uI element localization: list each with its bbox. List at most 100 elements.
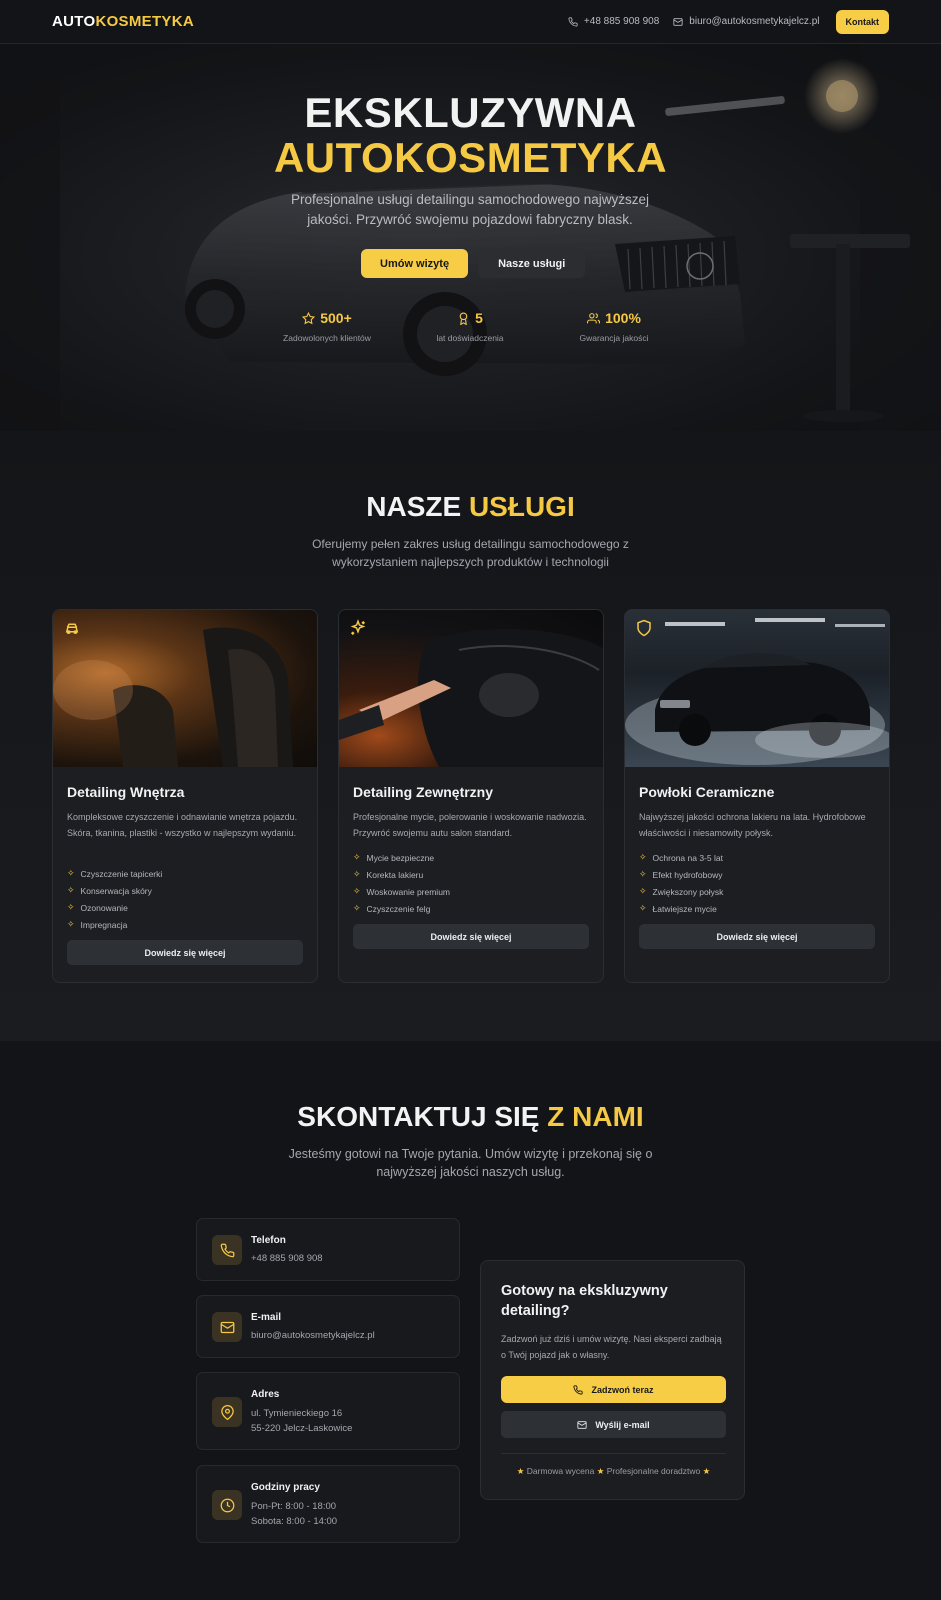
feature-item: ✧ Impregnacja [67,919,128,930]
nav-email-text: biuro@autokosmetykajelcz.pl [689,16,820,27]
feature-item: ✧ Czyszczenie tapicerki [67,868,163,879]
car-seats-illustration [53,627,293,767]
contact-button[interactable]: Kontakt [835,9,889,34]
phone-icon [568,16,578,27]
users-icon [587,312,601,323]
mail-icon [577,1420,587,1429]
learn-more-button-ceramic[interactable]: Dowiedz się więcej [639,924,875,949]
sparkle-icon: ✧ [67,902,75,912]
sparkle-icon: ✧ [639,886,647,896]
sparkle-icon: ✧ [353,886,361,896]
feature-item: ✧ Ozonowanie [67,902,128,913]
contact-email-card[interactable]: E-mail biuro@autokosmetykajelcz.pl [196,1295,460,1358]
polishing-illustration [339,629,603,767]
stat-clients: 500+ Zadowolonych klientów [283,310,371,343]
email-label: E-mail [251,1312,282,1323]
phone-icon [220,1243,234,1257]
nav-phone-text: +48 885 908 908 [583,16,660,27]
contact-phone-card[interactable]: Telefon +48 885 908 908 [196,1218,460,1281]
hero-section: EKSKLUZYWNA AUTOKOSMETYKA Profesjonalne … [0,44,941,431]
interior-image [53,610,317,767]
cta-features: ★ Darmowa wycena ★ Profesjonalne doradzt… [516,1466,711,1476]
service-title-exterior: Detailing Zewnętrzny [353,784,494,800]
cta-title: Gotowy na ekskluzywny detailing? [501,1283,668,1319]
sparkle-icon: ✧ [67,919,75,929]
service-title-interior: Detailing Wnętrza [67,784,185,800]
nav-phone-link[interactable]: +48 885 908 908 [568,16,659,27]
sparkle-icon: ✧ [639,869,647,879]
nav-contact-info: +48 885 908 908 biuro@autokosmetykajelcz… [568,9,889,34]
address-line2: 55-220 Jelcz-Laskowice [251,1423,353,1434]
sparkle-icon: ✧ [639,903,647,913]
divider [501,1453,726,1454]
feature-item: ✧ Łatwiejsze mycie [639,903,717,914]
feature-item: ✧ Czyszczenie felg [353,903,431,914]
service-card-ceramic: Powłoki Ceramiczne Najwyższej jakości oc… [624,609,890,983]
feature-item: ✧ Efekt hydrofobowy [639,869,723,880]
stat-quality: 100% Gwarancja jakości [579,310,649,343]
service-desc-interior: Kompleksowe czyszczenie i odnawianie wnę… [67,812,298,838]
book-visit-button[interactable]: Umów wizytę [361,249,469,278]
hours-label: Godziny pracy [251,1482,320,1493]
contact-address-card: Adres ul. Tymienieckiego 16 55-220 Jelcz… [196,1372,460,1450]
hero-subtitle: Profesjonalne usługi detailingu samochod… [291,192,649,227]
service-desc-exterior: Profesjonalne mycie, polerowanie i wosko… [353,812,587,838]
ceramic-car-illustration [625,618,889,765]
mail-icon [673,17,683,26]
services-subtitle: Oferujemy pełen zakres usług detailingu … [312,537,629,569]
send-email-button[interactable]: Wyślij e-mail [501,1411,726,1438]
star-icon: ★ [516,1466,525,1476]
hero-title-line2: AUTOKOSMETYKA [273,134,668,181]
service-card-interior: Detailing Wnętrza Kompleksowe czyszczeni… [52,609,318,983]
learn-more-button-interior[interactable]: Dowiedz się więcej [67,940,303,965]
star-icon [302,311,316,324]
mail-icon [220,1321,234,1333]
phone-label: Telefon [251,1235,286,1246]
sparkle-icon: ✧ [353,852,361,862]
learn-more-button-exterior[interactable]: Dowiedz się więcej [353,924,589,949]
service-features-ceramic: ✧ Ochrona na 3-5 lat ✧ Efekt hydrofobowy ✧… [639,849,723,917]
feature-item: ✧ Korekta lakieru [353,869,424,880]
sparkles-icon [350,619,366,635]
hours-line1: Pon-Pt: 8:00 - 18:00 [251,1501,337,1512]
service-desc-ceramic: Najwyższej jakości ochrona lakieru na la… [639,812,866,838]
shield-icon [637,619,651,637]
feature-item: ✧ Zwiększony połysk [639,886,724,897]
car-icon [65,623,79,634]
address-label: Adres [251,1389,280,1400]
sparkle-icon: ✧ [353,869,361,879]
clock-icon [220,1498,234,1512]
contact-subtitle: Jesteśmy gotowi na Twoje pytania. Umów w… [288,1147,653,1179]
feature-item: ✧ Ochrona na 3-5 lat [639,852,723,863]
contact-section: SKONTAKTUJ SIĘ Z NAMI Jesteśmy gotowi na… [0,1041,941,1600]
hours-line2: Sobota: 8:00 - 14:00 [251,1516,338,1527]
call-now-button[interactable]: Zadzwoń teraz [501,1376,726,1403]
service-features-interior: ✧ Czyszczenie tapicerki ✧ Konserwacja skór… [67,865,162,933]
contact-title: SKONTAKTUJ SIĘ Z NAMI [297,1101,644,1132]
hero-buttons: Umów wizytę Nasze usługi [361,249,586,278]
top-navbar: AUTOKOSMETYKA +48 885 908 908 biuro@auto… [0,0,941,44]
star-icon: ★ [702,1466,711,1476]
feature-item: ✧ Woskowanie premium [353,886,451,897]
sparkle-icon: ✧ [639,852,647,862]
map-pin-icon [220,1404,234,1420]
service-title-ceramic: Powłoki Ceramiczne [639,784,775,800]
service-features-exterior: ✧ Mycie bezpieczne ✧ Korekta lakieru ✧ Wosk… [353,849,450,917]
services-section: NASZE USŁUGI Oferujemy pełen zakres usłu… [0,431,941,1041]
star-icon: ★ [596,1466,605,1476]
service-card-exterior: Detailing Zewnętrzny Profesjonalne mycie… [338,609,604,983]
award-icon [459,312,468,325]
exterior-image [339,610,603,767]
cta-card: Gotowy na ekskluzywny detailing? Zadzwoń… [480,1260,745,1500]
sparkle-icon: ✧ [67,885,75,895]
site-logo[interactable]: AUTOKOSMETYKA [52,13,194,30]
stat-experience: 5 lat doświadczenia [436,310,504,343]
our-services-button[interactable]: Nasze usługi [478,249,586,278]
services-title: NASZE USŁUGI [366,491,575,522]
nav-email-link[interactable]: biuro@autokosmetykajelcz.pl [673,16,820,27]
phone-icon [573,1384,584,1395]
sparkle-icon: ✧ [353,903,361,913]
email-value: biuro@autokosmetykajelcz.pl [251,1330,375,1341]
sparkle-icon: ✧ [67,868,75,878]
ceramic-image [625,610,889,767]
